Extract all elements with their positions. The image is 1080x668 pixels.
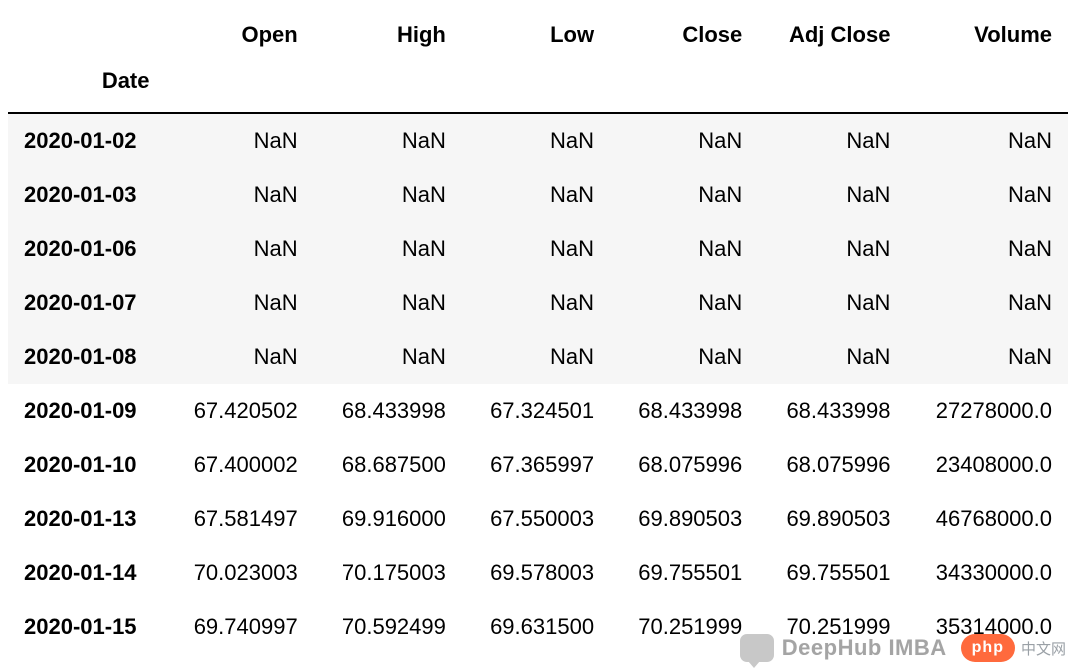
cell-volume: 34330000.0 <box>906 546 1068 600</box>
col-close: Close <box>610 8 758 62</box>
cell-volume: NaN <box>906 113 1068 168</box>
table-row: 2020-01-06NaNNaNNaNNaNNaNNaN <box>8 222 1068 276</box>
cell-adj-close: 68.433998 <box>758 384 906 438</box>
table-row: 2020-01-02NaNNaNNaNNaNNaNNaN <box>8 113 1068 168</box>
cell-close: 70.251999 <box>610 600 758 654</box>
table-header: Open High Low Close Adj Close Volume Dat… <box>8 8 1068 113</box>
row-date: 2020-01-08 <box>8 330 166 384</box>
row-date: 2020-01-13 <box>8 492 166 546</box>
col-open: Open <box>166 8 314 62</box>
col-low: Low <box>462 8 610 62</box>
cell-high: 68.687500 <box>314 438 462 492</box>
cell-volume: 46768000.0 <box>906 492 1068 546</box>
cell-adj-close: 68.075996 <box>758 438 906 492</box>
cell-high: NaN <box>314 168 462 222</box>
cell-open: 67.581497 <box>166 492 314 546</box>
cell-open: NaN <box>166 168 314 222</box>
cell-adj-close: 69.755501 <box>758 546 906 600</box>
cell-open: NaN <box>166 113 314 168</box>
cell-high: 69.916000 <box>314 492 462 546</box>
cell-high: NaN <box>314 330 462 384</box>
cell-open: 69.740997 <box>166 600 314 654</box>
index-name: Date <box>8 62 166 113</box>
dataframe-table: Open High Low Close Adj Close Volume Dat… <box>8 8 1068 654</box>
table-row: 2020-01-03NaNNaNNaNNaNNaNNaN <box>8 168 1068 222</box>
cell-adj-close: 70.251999 <box>758 600 906 654</box>
cell-low: 67.365997 <box>462 438 610 492</box>
col-adj-close: Adj Close <box>758 8 906 62</box>
cell-volume: 27278000.0 <box>906 384 1068 438</box>
cell-low: 69.631500 <box>462 600 610 654</box>
cell-low: 67.550003 <box>462 492 610 546</box>
cell-low: NaN <box>462 113 610 168</box>
cell-low: NaN <box>462 222 610 276</box>
table-body: 2020-01-02NaNNaNNaNNaNNaNNaN2020-01-03Na… <box>8 113 1068 654</box>
header-row-columns: Open High Low Close Adj Close Volume <box>8 8 1068 62</box>
cell-low: NaN <box>462 168 610 222</box>
header-row-index: Date <box>8 62 1068 113</box>
cell-open: NaN <box>166 222 314 276</box>
cell-close: NaN <box>610 168 758 222</box>
col-high: High <box>314 8 462 62</box>
cell-high: 70.592499 <box>314 600 462 654</box>
cell-volume: 23408000.0 <box>906 438 1068 492</box>
cell-volume: NaN <box>906 222 1068 276</box>
cell-adj-close: NaN <box>758 276 906 330</box>
cell-volume: NaN <box>906 168 1068 222</box>
cell-close: 69.890503 <box>610 492 758 546</box>
cell-low: NaN <box>462 330 610 384</box>
cell-high: 70.175003 <box>314 546 462 600</box>
cell-close: 69.755501 <box>610 546 758 600</box>
index-corner-blank <box>8 8 166 62</box>
table-row: 2020-01-1067.40000268.68750067.36599768.… <box>8 438 1068 492</box>
cell-low: NaN <box>462 276 610 330</box>
row-date: 2020-01-09 <box>8 384 166 438</box>
cell-adj-close: NaN <box>758 330 906 384</box>
table-row: 2020-01-08NaNNaNNaNNaNNaNNaN <box>8 330 1068 384</box>
cell-close: NaN <box>610 222 758 276</box>
col-volume: Volume <box>906 8 1068 62</box>
cell-low: 69.578003 <box>462 546 610 600</box>
row-date: 2020-01-06 <box>8 222 166 276</box>
table-row: 2020-01-07NaNNaNNaNNaNNaNNaN <box>8 276 1068 330</box>
table-row: 2020-01-1569.74099770.59249969.63150070.… <box>8 600 1068 654</box>
cell-open: 67.420502 <box>166 384 314 438</box>
cell-close: NaN <box>610 276 758 330</box>
cell-high: NaN <box>314 276 462 330</box>
cell-open: NaN <box>166 330 314 384</box>
cell-adj-close: NaN <box>758 113 906 168</box>
row-date: 2020-01-03 <box>8 168 166 222</box>
cell-volume: NaN <box>906 330 1068 384</box>
row-date: 2020-01-14 <box>8 546 166 600</box>
table-row: 2020-01-1470.02300370.17500369.57800369.… <box>8 546 1068 600</box>
cell-volume: 35314000.0 <box>906 600 1068 654</box>
row-date: 2020-01-10 <box>8 438 166 492</box>
cell-adj-close: NaN <box>758 222 906 276</box>
cell-open: NaN <box>166 276 314 330</box>
table-row: 2020-01-1367.58149769.91600067.55000369.… <box>8 492 1068 546</box>
row-date: 2020-01-02 <box>8 113 166 168</box>
cell-open: 70.023003 <box>166 546 314 600</box>
dataframe-table-wrap: Open High Low Close Adj Close Volume Dat… <box>0 0 1080 662</box>
cell-adj-close: NaN <box>758 168 906 222</box>
cell-close: NaN <box>610 113 758 168</box>
cell-volume: NaN <box>906 276 1068 330</box>
row-date: 2020-01-15 <box>8 600 166 654</box>
cell-close: 68.075996 <box>610 438 758 492</box>
row-date: 2020-01-07 <box>8 276 166 330</box>
cell-low: 67.324501 <box>462 384 610 438</box>
cell-high: 68.433998 <box>314 384 462 438</box>
cell-close: NaN <box>610 330 758 384</box>
cell-close: 68.433998 <box>610 384 758 438</box>
cell-high: NaN <box>314 222 462 276</box>
cell-adj-close: 69.890503 <box>758 492 906 546</box>
table-row: 2020-01-0967.42050268.43399867.32450168.… <box>8 384 1068 438</box>
cell-open: 67.400002 <box>166 438 314 492</box>
cell-high: NaN <box>314 113 462 168</box>
